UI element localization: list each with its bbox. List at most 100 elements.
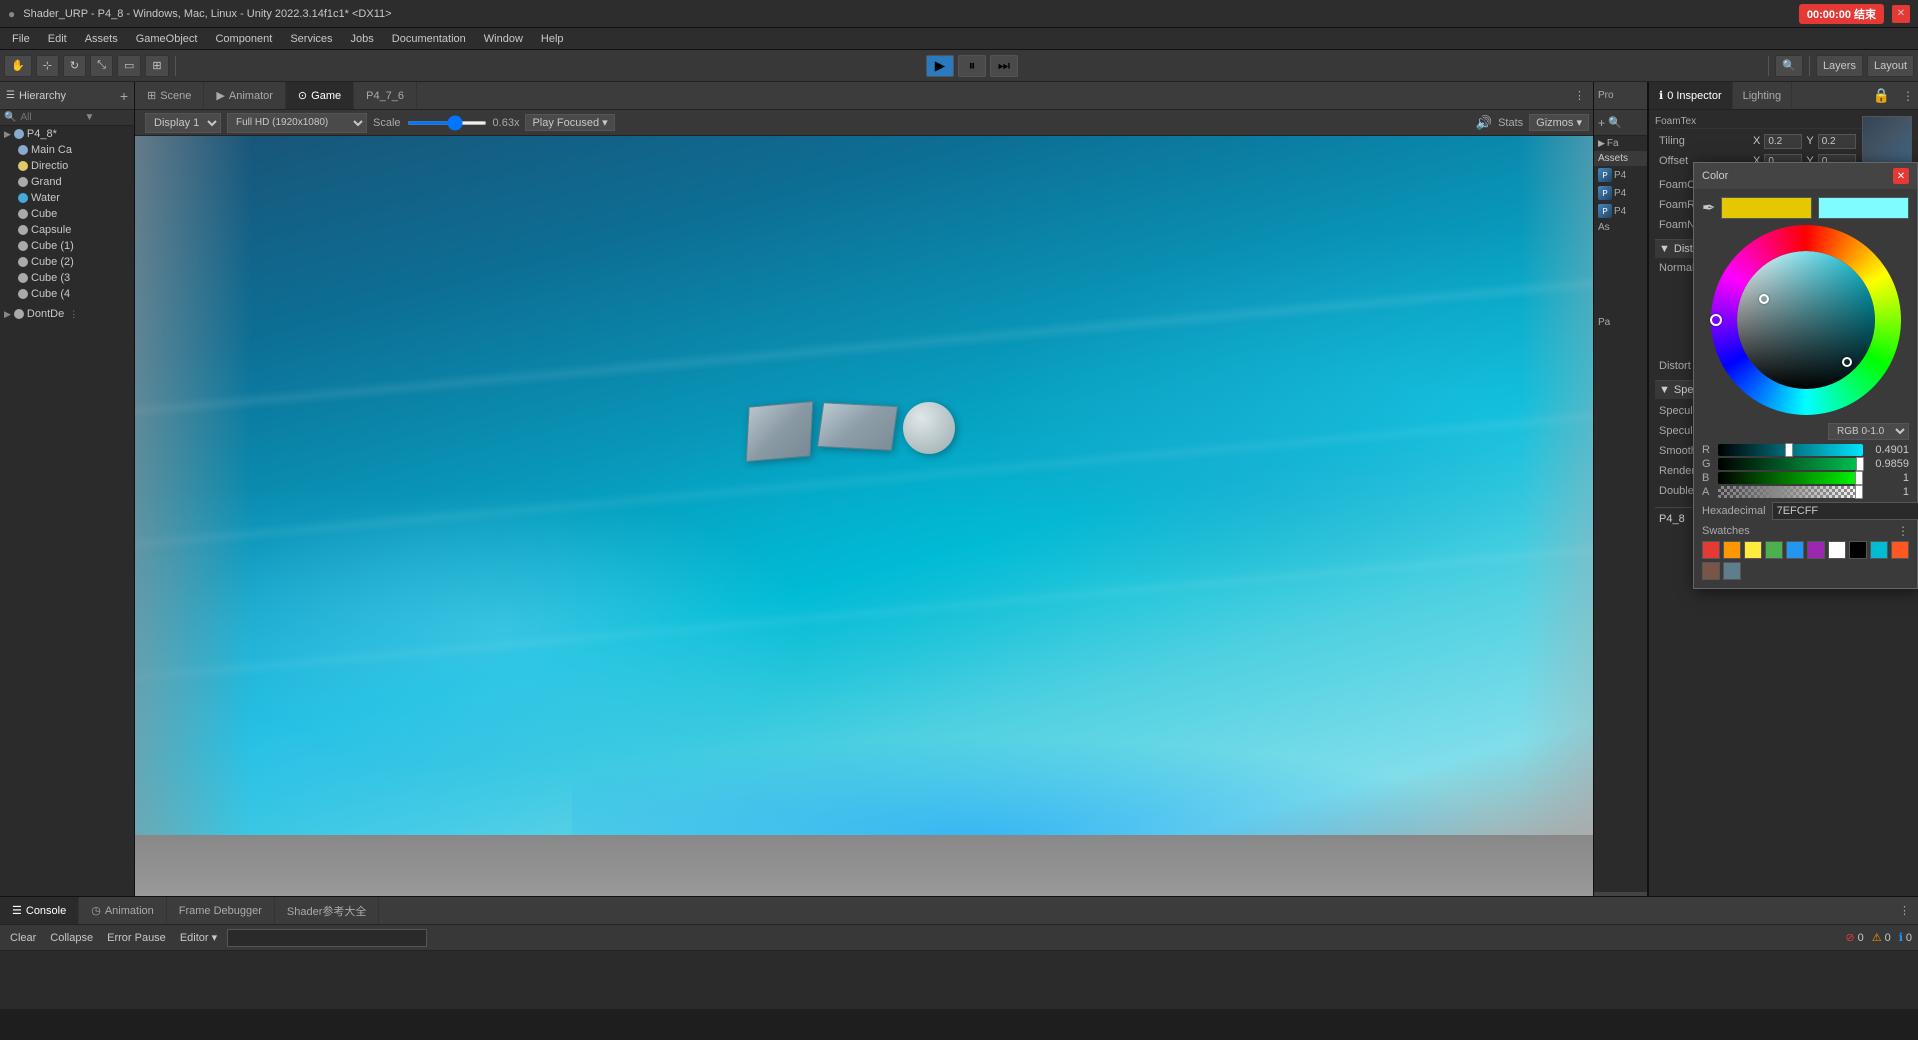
swatch-brown[interactable] <box>1702 562 1720 580</box>
tab-p4[interactable]: P4_7_6 <box>354 82 417 109</box>
color-wheel-area[interactable] <box>1711 225 1901 415</box>
a-slider-track[interactable] <box>1718 486 1863 498</box>
menu-documentation[interactable]: Documentation <box>384 31 474 47</box>
tab-options[interactable]: ⋮ <box>1566 82 1593 109</box>
mute-btn[interactable]: 🔊 <box>1475 115 1492 131</box>
menu-services[interactable]: Services <box>282 31 340 47</box>
toolbar-rotate[interactable]: ↻ <box>63 55 86 77</box>
eyedropper-icon[interactable]: ✒ <box>1702 198 1715 218</box>
b-slider-track[interactable] <box>1718 472 1863 484</box>
toolbar-rect[interactable]: ▭ <box>117 55 141 77</box>
hier-item-capsule[interactable]: Capsule <box>0 222 134 238</box>
play-focused-btn[interactable]: Play Focused ▾ <box>525 114 614 131</box>
assets-fa[interactable]: ▶ Fa <box>1594 136 1647 151</box>
hier-item-water[interactable]: Water <box>0 190 134 206</box>
collapse-button[interactable]: Collapse <box>46 931 97 945</box>
menu-window[interactable]: Window <box>476 31 531 47</box>
tab-animation[interactable]: ◷ Animation <box>79 897 167 924</box>
pause-button[interactable]: ⏸ <box>958 55 986 77</box>
assets-p4c[interactable]: P P4 <box>1594 202 1647 220</box>
bottom-tabs-more[interactable]: ⋮ <box>1891 897 1918 924</box>
assets-p4a[interactable]: P P4 <box>1594 166 1647 184</box>
resolution-select[interactable]: Full HD (1920x1080) <box>227 113 367 133</box>
swatch-yellow[interactable] <box>1744 541 1762 559</box>
swatch-blue[interactable] <box>1786 541 1804 559</box>
color-old-swatch[interactable] <box>1721 197 1812 219</box>
inspector-lock[interactable]: 🔒 <box>1865 82 1898 109</box>
hex-input[interactable] <box>1772 502 1918 520</box>
hierarchy-search-input[interactable] <box>20 112 80 123</box>
menu-assets[interactable]: Assets <box>77 31 126 47</box>
swatches-more[interactable]: ⋮ <box>1897 524 1909 538</box>
hier-item-maincam[interactable]: Main Ca <box>0 142 134 158</box>
tab-animator[interactable]: ▶ Animator <box>204 82 286 109</box>
step-button[interactable]: ⏭ <box>990 55 1018 77</box>
toolbar-transform[interactable]: ⊞ <box>145 55 168 77</box>
scale-slider[interactable] <box>407 121 487 125</box>
layers-dropdown[interactable]: Layers <box>1816 55 1863 77</box>
tab-framedebugger[interactable]: Frame Debugger <box>167 897 275 924</box>
layout-dropdown[interactable]: Layout <box>1867 55 1914 77</box>
clear-button[interactable]: Clear <box>6 931 40 945</box>
tab-scene[interactable]: ⊞ Scene <box>135 82 204 109</box>
tab-game[interactable]: ⊙ Game <box>286 82 354 109</box>
swatch-grey[interactable] <box>1723 562 1741 580</box>
sv-square[interactable] <box>1737 251 1875 389</box>
swatch-black[interactable] <box>1849 541 1867 559</box>
color-picker-close[interactable]: ✕ <box>1893 168 1909 184</box>
assets-p4b[interactable]: P P4 <box>1594 184 1647 202</box>
resize-bar[interactable] <box>1594 892 1647 896</box>
toolbar-hand[interactable]: ✋ <box>4 55 32 77</box>
assets-assets[interactable]: Assets <box>1594 151 1647 166</box>
stats-btn[interactable]: Stats <box>1498 117 1523 129</box>
swatch-green[interactable] <box>1765 541 1783 559</box>
errorpause-button[interactable]: Error Pause <box>103 931 170 945</box>
hier-item-dontdestroy[interactable]: ▶ DontDe ⋮ <box>0 306 134 322</box>
hier-item-cube[interactable]: Cube <box>0 206 134 222</box>
menu-gameobject[interactable]: GameObject <box>128 31 206 47</box>
hier-item-cube3[interactable]: Cube (3 <box>0 270 134 286</box>
menu-component[interactable]: Component <box>207 31 280 47</box>
swatch-purple[interactable] <box>1807 541 1825 559</box>
color-new-swatch[interactable] <box>1818 197 1909 219</box>
menu-edit[interactable]: Edit <box>40 31 75 47</box>
tab-console[interactable]: ☰ Console <box>0 897 79 924</box>
menu-jobs[interactable]: Jobs <box>343 31 382 47</box>
tab-inspector[interactable]: ℹ 0 Inspector <box>1649 82 1733 109</box>
menu-file[interactable]: File <box>4 31 38 47</box>
tiling1-x-input[interactable] <box>1764 134 1802 149</box>
editor-button[interactable]: Editor ▾ <box>176 930 221 945</box>
swatch-orange[interactable] <box>1723 541 1741 559</box>
hier-item-cube2[interactable]: Cube (2) <box>0 254 134 270</box>
assets-as[interactable]: As <box>1594 220 1647 235</box>
hier-item-cube4[interactable]: Cube (4 <box>0 286 134 302</box>
swatch-red[interactable] <box>1702 541 1720 559</box>
assets-pa[interactable]: Pa <box>1594 315 1647 330</box>
hier-item-cube1[interactable]: Cube (1) <box>0 238 134 254</box>
color-mode-select[interactable]: RGB 0-1.0 RGB 0-255 HSV <box>1828 423 1909 440</box>
hierarchy-add[interactable]: + <box>120 88 128 104</box>
toolbar-scale[interactable]: ⤡ <box>90 55 113 77</box>
inspector-more[interactable]: ⋮ <box>1898 82 1918 109</box>
g-slider-track[interactable] <box>1718 458 1863 470</box>
r-slider-track[interactable] <box>1718 444 1863 456</box>
hier-item-directional[interactable]: Directio <box>0 158 134 174</box>
timer-button[interactable]: 00:00:00 结束 <box>1799 4 1884 24</box>
swatch-cyan[interactable] <box>1870 541 1888 559</box>
hier-item-root[interactable]: ▶ P4_8* <box>0 126 134 142</box>
search-icon[interactable]: 🔍 <box>1775 55 1803 77</box>
gizmos-btn[interactable]: Gizmos ▾ <box>1529 114 1589 131</box>
menu-help[interactable]: Help <box>533 31 572 47</box>
swatch-white[interactable] <box>1828 541 1846 559</box>
assets-add-icon[interactable]: + <box>1598 116 1605 130</box>
swatch-deep-orange[interactable] <box>1891 541 1909 559</box>
tab-shader-ref[interactable]: Shader参考大全 <box>275 897 379 924</box>
display-select[interactable]: Display 1 <box>145 113 221 133</box>
tiling1-y-input[interactable] <box>1818 134 1856 149</box>
toolbar-move[interactable]: ⊹ <box>36 55 59 77</box>
tab-lighting[interactable]: Lighting <box>1733 82 1793 109</box>
assets-search-icon[interactable]: 🔍 <box>1608 116 1622 129</box>
play-button[interactable]: ▶ <box>926 55 954 77</box>
viewport[interactable] <box>135 136 1593 896</box>
hier-item-grand[interactable]: Grand <box>0 174 134 190</box>
